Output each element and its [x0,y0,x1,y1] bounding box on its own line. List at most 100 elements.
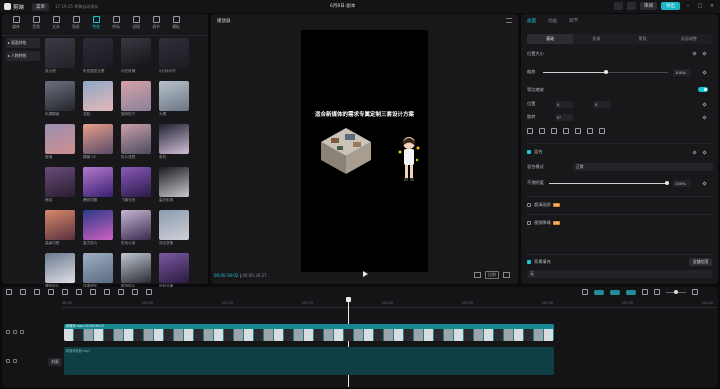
eye-icon[interactable] [13,359,17,363]
split-icon[interactable] [48,289,54,295]
effect-item[interactable]: 大雪 [159,81,189,117]
effect-item[interactable]: 城市胶片 [121,253,151,289]
effect-item[interactable]: 模糊 02 [83,124,113,160]
video-clip[interactable]: 新媒体.mp4 00:00:30:27 [64,324,554,341]
zoom-slider[interactable] [666,289,686,294]
inspector-tab-2[interactable]: 调节 [569,18,578,24]
position-x-input[interactable]: 0 [555,101,573,108]
play-button[interactable] [363,271,368,277]
effect-item[interactable]: 闪光玫瑰 [121,38,151,74]
opacity-slider-knob[interactable] [665,181,669,185]
background-select[interactable]: 无 [527,270,712,278]
align-icon-0[interactable] [527,128,533,134]
linkage-toggle[interactable] [626,289,636,295]
freeze-icon[interactable] [104,289,110,295]
auto-snap-toggle[interactable] [610,289,620,295]
fullscreen-icon[interactable] [503,272,510,278]
timeline-ruler[interactable]: 00:00 |00:05 |00:10 |00:15 |00:20 |00:25 |00:3… [62,300,716,308]
enhance-checkbox[interactable] [527,203,531,207]
inspector-sub-tab-3[interactable]: 画面调整 [666,34,712,44]
fit-icon[interactable] [474,272,481,278]
toolbar-tab-0[interactable]: 媒体 [6,16,26,30]
lock-icon[interactable] [6,330,10,334]
effect-item[interactable]: 玻璃 [45,124,75,160]
export-button[interactable]: 导出 [661,2,680,10]
redo-icon[interactable] [34,289,40,295]
effect-item[interactable]: 爆炸四散 [83,167,113,203]
audio-clip[interactable]: 新媒体音频.mp3 [64,347,554,375]
effect-item[interactable]: 复古胶片 [83,210,113,246]
inspector-tab-0[interactable]: 画面 [527,18,536,24]
blend-checkbox[interactable] [527,150,531,154]
cover-button[interactable]: 封面 [48,358,62,366]
effect-item[interactable]: 彩色图层光晕 [83,38,113,74]
select-tool-icon[interactable] [6,289,12,295]
toolbar-tab-5[interactable]: 转场 [106,16,126,30]
mirror-icon[interactable] [118,289,124,295]
scale-slider-knob[interactable] [603,70,608,74]
denoise-checkbox[interactable] [527,221,531,225]
effect-item[interactable]: 色彩分离 [159,253,189,289]
toolbar-tab-4[interactable]: 特效 [86,16,106,30]
close-icon[interactable]: × [708,3,716,9]
toolbar-tab-1[interactable]: 音频 [26,16,46,30]
lock-icon[interactable] [6,359,10,363]
zoom-out-icon[interactable] [654,289,660,295]
effect-item[interactable]: 流光变焦 [159,210,189,246]
effect-item[interactable]: 双重虚化 [83,253,113,289]
effect-item[interactable]: 高光彩排 [159,167,189,203]
effect-item[interactable]: 彩色火焰 [121,210,151,246]
align-icon-6[interactable] [599,128,605,134]
effect-item[interactable]: 暗焰 [45,167,75,203]
shortcut-icon[interactable] [627,2,636,10]
undo-icon[interactable] [20,289,26,295]
toolbar-tab-2[interactable]: 文本 [46,16,66,30]
review-button[interactable]: 审阅 [640,2,657,10]
apply-all-button[interactable]: 全部应用 [688,258,712,266]
effect-item[interactable]: 变脸 [83,81,113,117]
effect-item[interactable]: 高级切割 [45,210,75,246]
toolbar-tab-8[interactable]: 模板 [166,16,186,30]
scale-value[interactable]: 100% [673,69,691,76]
effect-item[interactable]: 放大镜 [45,38,75,74]
rotate-icon[interactable] [132,289,138,295]
toolbar-tab-6[interactable]: 滤镜 [126,16,146,30]
toolbar-tab-3[interactable]: 贴纸 [66,16,86,30]
rotate-input[interactable]: 0° [555,114,573,121]
blend-mode-select[interactable]: 正常 [573,163,713,171]
zoom-in-icon[interactable] [692,289,698,295]
effect-item[interactable]: 旋转粒子 [121,81,151,117]
effect-item[interactable]: 5分钟计时 [159,38,189,74]
align-icon-3[interactable] [563,128,569,134]
microphone-icon[interactable] [582,289,588,295]
inspector-sub-tab-2[interactable]: 蒙版 [620,34,666,44]
preview-canvas[interactable]: 适合新媒体的需求专属定制三套设计方案 [301,30,428,272]
crop-icon[interactable] [146,289,152,295]
maximize-icon[interactable]: □ [696,3,704,9]
main-track-magnet-toggle[interactable] [594,289,604,295]
align-icon-4[interactable] [575,128,581,134]
background-checkbox[interactable] [527,260,531,264]
layout-icon[interactable] [614,2,623,10]
speaker-icon[interactable] [20,330,24,334]
align-icon-5[interactable] [587,128,593,134]
side-category-0[interactable]: ▸ 画面特效 [6,38,40,48]
minimize-icon[interactable]: – [684,3,692,9]
uniform-scale-toggle[interactable] [698,87,708,92]
effect-item[interactable]: 负片滤镜 [121,124,151,160]
effect-item[interactable]: 玩偶模组 [45,81,75,117]
align-icon-2[interactable] [551,128,557,134]
player-menu-icon[interactable] [506,18,512,23]
document-title[interactable]: 6月8日-副本 [330,3,355,9]
align-icon-1[interactable] [539,128,545,134]
opacity-value[interactable]: 100% [673,180,691,187]
inspector-sub-tab-0[interactable]: 基础 [527,34,574,44]
inspector-tab-1[interactable]: 动画 [548,18,557,24]
split-left-icon[interactable] [62,289,68,295]
inspector-sub-tab-1[interactable]: 抠像 [573,34,619,44]
menu-button[interactable]: 菜单 [32,2,50,11]
delete-icon[interactable] [90,289,96,295]
ratio-button[interactable]: 比例 [485,271,499,279]
split-right-icon[interactable] [76,289,82,295]
effect-item[interactable]: 爆炸碎片 [45,253,75,289]
